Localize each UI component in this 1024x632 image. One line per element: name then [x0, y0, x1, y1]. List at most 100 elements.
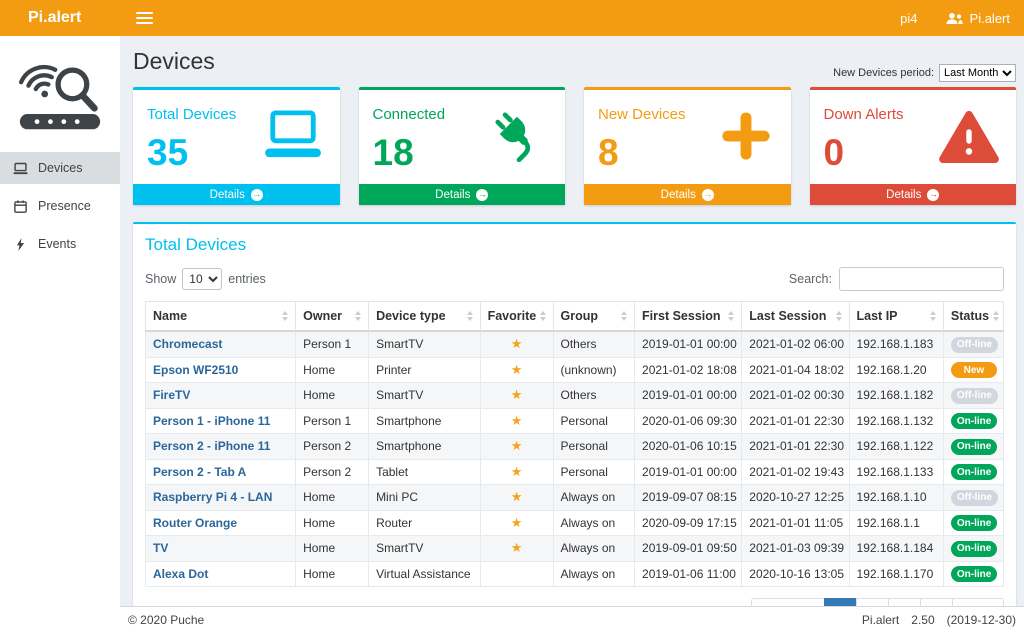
col-header-last-session[interactable]: Last Session [742, 302, 849, 332]
table-row[interactable]: Raspberry Pi 4 - LAN Home Mini PC ★ Alwa… [146, 485, 1004, 511]
first-session-cell: 2020-01-06 09:30 [635, 408, 742, 434]
infobox-value: 8 [598, 134, 686, 171]
sidebar-item-events[interactable]: Events [0, 228, 120, 260]
device-name-link[interactable]: Epson WF2510 [146, 357, 296, 383]
footer-date: (2019-12-30) [947, 613, 1016, 627]
first-session-cell: 2020-09-09 17:15 [635, 510, 742, 536]
group-cell: Always on [553, 536, 635, 562]
plug-icon [489, 110, 549, 167]
table-row[interactable]: TV Home SmartTV ★ Always on 2019-09-01 0… [146, 536, 1004, 562]
first-session-cell: 2019-09-01 09:50 [635, 536, 742, 562]
device-name-link[interactable]: TV [146, 536, 296, 562]
hamburger-menu-icon[interactable] [136, 9, 153, 27]
device-type-cell: SmartTV [369, 383, 481, 409]
version-info: Pi.alert 2.50 (2019-12-30) [862, 613, 1016, 627]
device-name-link[interactable]: Person 1 - iPhone 11 [146, 408, 296, 434]
device-name-link[interactable]: Raspberry Pi 4 - LAN [146, 485, 296, 511]
last-session-cell: 2020-10-16 13:05 [742, 561, 849, 587]
search-input[interactable] [839, 267, 1004, 291]
table-row[interactable]: Router Orange Home Router ★ Always on 20… [146, 510, 1004, 536]
infobox-details-link[interactable]: Details → [359, 184, 566, 205]
col-header-device-type[interactable]: Device type [369, 302, 481, 332]
infobox-details-link[interactable]: Details → [584, 184, 791, 205]
status-cell: Off-line [943, 331, 1003, 357]
details-label: Details [210, 189, 245, 201]
pagination: Previous 1 2 3 4 Next [751, 598, 1004, 606]
navbar-right: pi4 Pi.alert [900, 11, 1010, 26]
page-length-select[interactable]: 10 [182, 268, 222, 290]
page-button-4[interactable]: 4 [920, 598, 953, 606]
status-badge: Off-line [951, 388, 998, 404]
last-session-cell: 2021-01-01 11:05 [742, 510, 849, 536]
lightning-bolt-icon [12, 238, 29, 251]
status-cell: On-line [943, 434, 1003, 460]
hostname-label: pi4 [900, 11, 917, 26]
device-name-link[interactable]: Router Orange [146, 510, 296, 536]
sort-icon [836, 311, 842, 321]
group-cell: Personal [553, 434, 635, 460]
col-header-favorite[interactable]: Favorite [480, 302, 553, 332]
table-row[interactable]: Alexa Dot Home Virtual Assistance Always… [146, 561, 1004, 587]
favorite-star-icon: ★ [511, 413, 523, 428]
favorite-star-icon: ★ [511, 515, 523, 530]
next-page-button[interactable]: Next [952, 598, 1004, 606]
table-row[interactable]: FireTV Home SmartTV ★ Others 2019-01-01 … [146, 383, 1004, 409]
user-menu-label: Pi.alert [970, 11, 1010, 26]
arrow-circle-icon: → [476, 189, 488, 201]
group-cell: Others [553, 383, 635, 409]
page-button-2[interactable]: 2 [856, 598, 889, 606]
sort-icon [728, 311, 734, 321]
col-header-name[interactable]: Name [146, 302, 296, 332]
device-name-link[interactable]: Person 2 - iPhone 11 [146, 434, 296, 460]
new-devices-period: New Devices period: Last Month [833, 64, 1016, 82]
device-name-link[interactable]: Person 2 - Tab A [146, 459, 296, 485]
brand-logo[interactable]: Pi.alert [0, 0, 120, 36]
user-menu[interactable]: Pi.alert [946, 11, 1010, 26]
infobox-details-link[interactable]: Details → [810, 184, 1017, 205]
table-controls: Show 10 entries Search: [145, 267, 1004, 291]
owner-cell: Home [296, 510, 369, 536]
status-badge: New [951, 362, 997, 378]
favorite-star-icon: ★ [511, 362, 523, 377]
app-logo [0, 44, 120, 152]
col-header-first-session[interactable]: First Session [635, 302, 742, 332]
last-session-cell: 2021-01-04 18:02 [742, 357, 849, 383]
first-session-cell: 2019-01-01 00:00 [635, 383, 742, 409]
device-name-link[interactable]: Alexa Dot [146, 561, 296, 587]
status-cell: On-line [943, 536, 1003, 562]
status-badge: On-line [951, 566, 997, 582]
table-row[interactable]: Person 2 - iPhone 11 Person 2 Smartphone… [146, 434, 1004, 460]
table-row[interactable]: Chromecast Person 1 SmartTV ★ Others 201… [146, 331, 1004, 357]
col-header-last-ip[interactable]: Last IP [849, 302, 943, 332]
sidebar-item-devices[interactable]: Devices [0, 152, 120, 184]
infobox-details-link[interactable]: Details → [133, 184, 340, 205]
device-name-link[interactable]: Chromecast [146, 331, 296, 357]
favorite-cell [480, 561, 553, 587]
group-cell: Others [553, 331, 635, 357]
table-row[interactable]: Person 1 - iPhone 11 Person 1 Smartphone… [146, 408, 1004, 434]
favorite-cell: ★ [480, 459, 553, 485]
owner-cell: Person 2 [296, 434, 369, 460]
owner-cell: Home [296, 561, 369, 587]
table-row[interactable]: Person 2 - Tab A Person 2 Tablet ★ Perso… [146, 459, 1004, 485]
device-name-link[interactable]: FireTV [146, 383, 296, 409]
sidebar-item-presence[interactable]: Presence [0, 190, 120, 222]
page-button-1[interactable]: 1 [824, 598, 857, 606]
page-button-3[interactable]: 3 [888, 598, 921, 606]
favorite-star-icon: ★ [511, 464, 523, 479]
favorite-star-icon: ★ [511, 336, 523, 351]
col-header-owner[interactable]: Owner [296, 302, 369, 332]
period-select[interactable]: Last Month [939, 64, 1016, 82]
infobox-value: 35 [147, 134, 236, 171]
sort-icon [467, 311, 473, 321]
col-header-group[interactable]: Group [553, 302, 635, 332]
last-session-cell: 2021-01-02 00:30 [742, 383, 849, 409]
col-header-status[interactable]: Status [943, 302, 1003, 332]
last-ip-cell: 192.168.1.133 [849, 459, 943, 485]
table-row[interactable]: Epson WF2510 Home Printer ★ (unknown) 20… [146, 357, 1004, 383]
last-session-cell: 2021-01-02 19:43 [742, 459, 849, 485]
prev-page-button[interactable]: Previous [751, 598, 826, 606]
status-cell: On-line [943, 408, 1003, 434]
device-type-cell: Printer [369, 357, 481, 383]
router-search-logo-icon [12, 50, 108, 136]
